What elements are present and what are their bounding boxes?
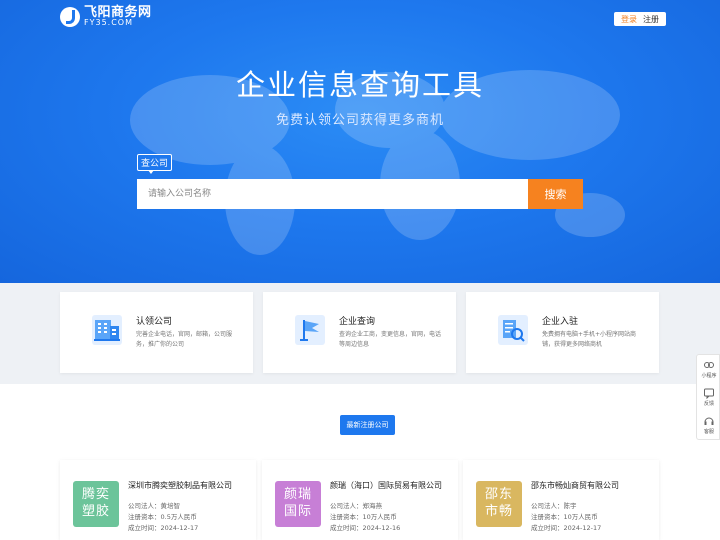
feature-section: 认领公司 完善企业电话，官网，邮箱，公司服务，推广你的公司 企业查询 查询企业工… — [0, 283, 720, 384]
company-date: 成立时间：2024-12-17 — [128, 524, 199, 532]
miniapp-button[interactable]: 小程序 — [697, 359, 720, 379]
world-map-background — [130, 70, 625, 255]
feature-card-claim[interactable]: 认领公司 完善企业电话，官网，邮箱，公司服务，推广你的公司 — [60, 292, 253, 373]
service-button[interactable]: 客服 — [697, 415, 720, 435]
company-legal: 公司法人：郑海燕 — [330, 502, 382, 510]
feedback-label: 反馈 — [703, 401, 714, 407]
building-icon — [92, 315, 122, 345]
search-input[interactable] — [137, 179, 528, 209]
company-avatar: 腾奕 塑胶 — [73, 481, 119, 527]
company-name[interactable]: 深圳市腾奕塑胶制品有限公司 — [128, 480, 232, 491]
latest-companies-button[interactable]: 最新注册公司 — [340, 415, 395, 435]
search-type-tag[interactable]: 查公司 — [137, 154, 173, 174]
logo-icon — [60, 6, 80, 27]
page-subtitle: 免费认领公司获得更多商机 — [275, 113, 444, 128]
flag-icon — [295, 315, 325, 345]
company-capital: 注册资本：10万人民币 — [531, 513, 598, 521]
company-card[interactable]: 邵东 市畅 邵东市畅灿商贸有限公司 公司法人：陈宇 注册资本：10万人民币 成立时… — [463, 460, 659, 540]
company-avatar: 邵东 市畅 — [476, 481, 522, 527]
site-logo[interactable]: 飞阳商务网 FY35.COM — [60, 6, 152, 27]
feature-card-join[interactable]: 企业入驻 免费拥有电脑+手机+小程序网站商铺，获得更多网络商机 — [466, 292, 659, 373]
headset-icon — [704, 417, 714, 425]
search-button[interactable]: 搜索 — [528, 179, 583, 209]
company-avatar: 颜瑞 国际 — [275, 481, 321, 527]
feedback-button[interactable]: 反馈 — [697, 387, 720, 407]
feature-title: 企业查询 — [339, 317, 376, 327]
company-name[interactable]: 邵东市畅灿商贸有限公司 — [531, 480, 619, 491]
register-link[interactable]: 注册 — [640, 14, 662, 25]
logo-domain: FY35.COM — [84, 18, 133, 27]
feature-card-query[interactable]: 企业查询 查询企业工商，变更信息，官网，电话等周边信息 — [263, 292, 456, 373]
feature-title: 认领公司 — [136, 317, 173, 327]
feedback-icon — [704, 388, 714, 399]
page-title: 企业信息查询工具 — [235, 68, 484, 102]
company-card[interactable]: 腾奕 塑胶 深圳市腾奕塑胶制品有限公司 公司法人：黄培智 注册资本：0.5万人民币… — [60, 460, 256, 540]
company-date: 成立时间：2024-12-17 — [531, 524, 602, 532]
latest-companies-section: 最新注册公司 腾奕 塑胶 深圳市腾奕塑胶制品有限公司 公司法人：黄培智 注册资本：… — [0, 384, 720, 540]
service-label: 客服 — [703, 429, 714, 435]
company-name[interactable]: 颜瑞（海口）国际贸易有限公司 — [330, 480, 442, 491]
company-legal: 公司法人：陈宇 — [531, 502, 577, 510]
feature-desc: 查询企业工商，变更信息，官网，电话等周边信息 — [339, 331, 442, 348]
feature-desc: 完善企业电话，官网，邮箱，公司服务，推广你的公司 — [136, 331, 233, 348]
floating-toolbar: 小程序 反馈 客服 — [696, 354, 720, 440]
company-date: 成立时间：2024-12-16 — [330, 524, 401, 532]
miniapp-label: 小程序 — [701, 373, 717, 379]
login-link[interactable]: 登录 — [618, 14, 640, 25]
feature-title: 企业入驻 — [542, 317, 579, 327]
company-capital: 注册资本：10万人民币 — [330, 513, 397, 521]
company-legal: 公司法人：黄培智 — [128, 502, 180, 510]
company-capital: 注册资本：0.5万人民币 — [128, 513, 197, 521]
miniapp-icon — [704, 362, 714, 368]
hero-banner: 飞阳商务网 FY35.COM 登录 注册 企业信息查询工具 免费认领公司获得更多… — [0, 0, 720, 283]
document-search-icon — [498, 315, 528, 345]
auth-links: 登录 注册 — [614, 12, 666, 26]
company-card[interactable]: 颜瑞 国际 颜瑞（海口）国际贸易有限公司 公司法人：郑海燕 注册资本：10万人民币… — [262, 460, 458, 540]
feature-desc: 免费拥有电脑+手机+小程序网站商铺，获得更多网络商机 — [542, 331, 637, 348]
